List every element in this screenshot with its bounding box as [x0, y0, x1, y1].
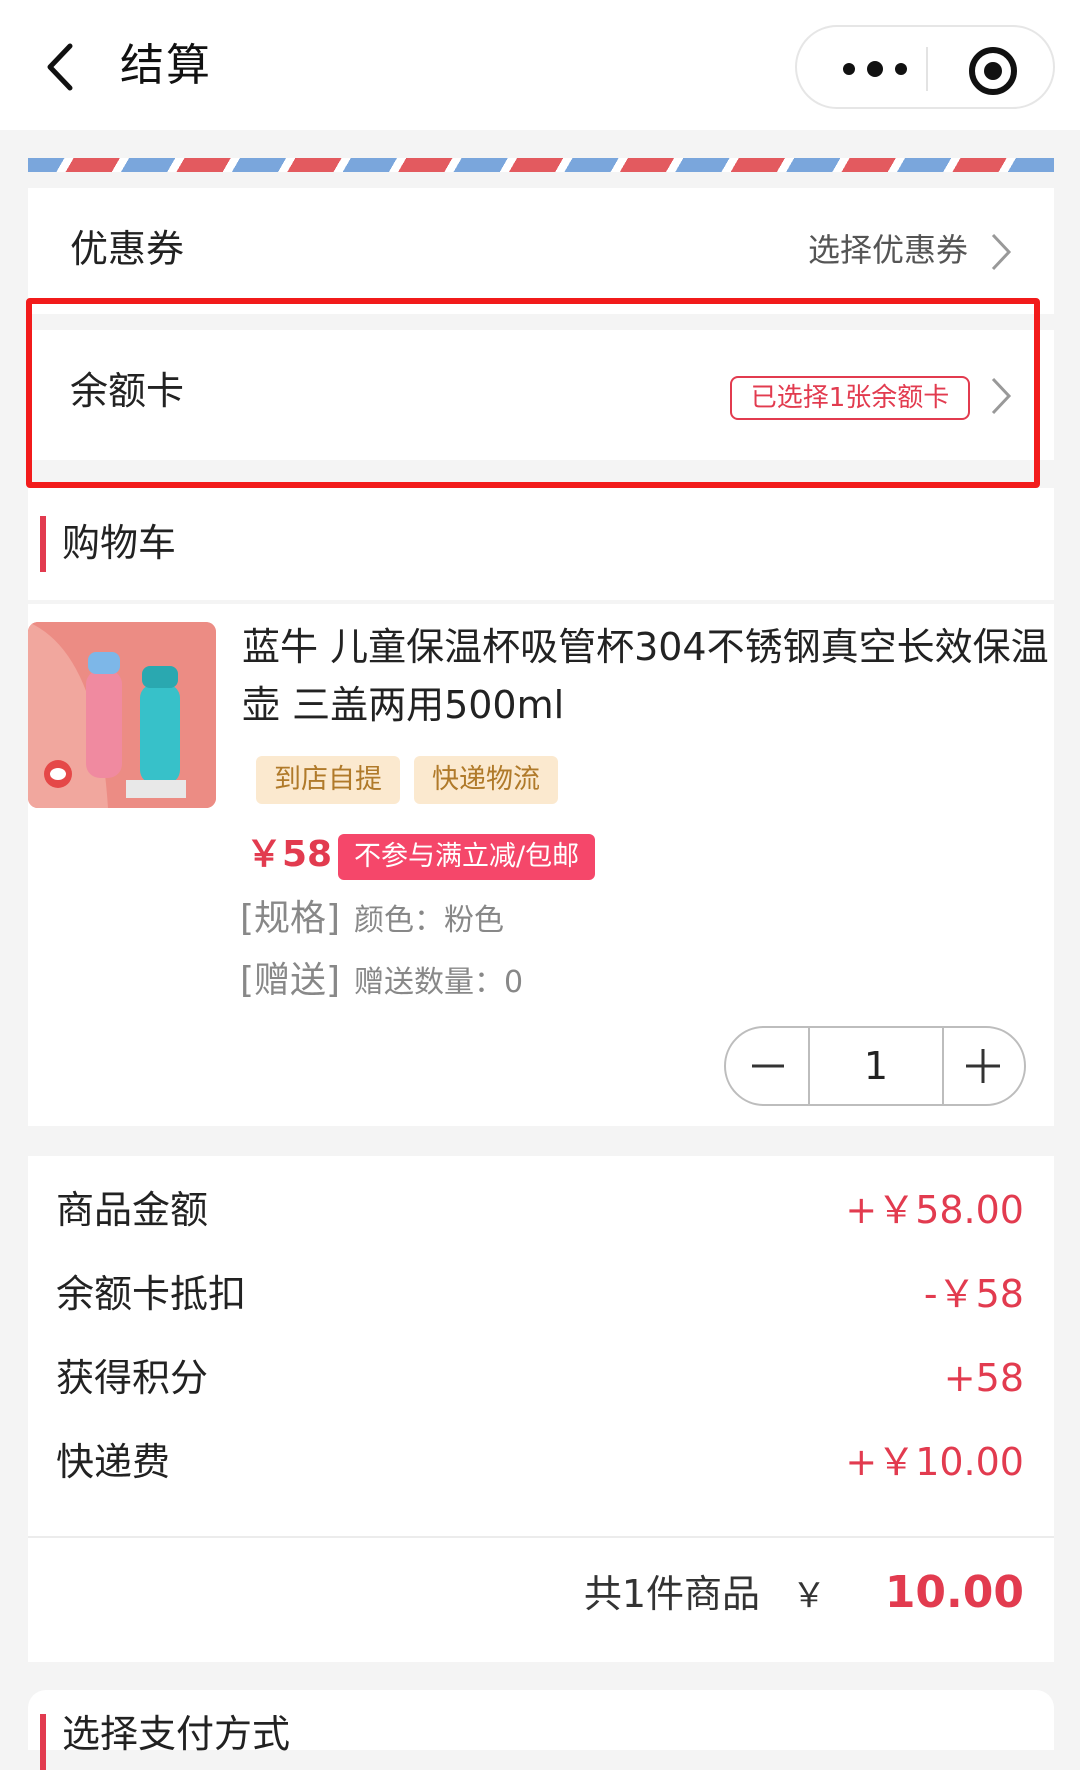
- capsule-divider: [926, 47, 928, 91]
- total-amount: 10.00: [884, 1567, 1024, 1618]
- more-icon[interactable]: [833, 49, 917, 89]
- summary-label-goods: 商品金额: [56, 1188, 209, 1232]
- summary-label-shipping: 快递费: [56, 1440, 171, 1484]
- section-accent-bar: [40, 516, 46, 572]
- plus-icon[interactable]: [942, 1028, 1024, 1104]
- summary-value-balance: -￥58: [923, 1272, 1024, 1316]
- product-price: ￥58: [246, 834, 333, 875]
- product-title[interactable]: 蓝牛 儿童保温杯吸管杯304不锈钢真空长效保温壶 三盖两用500ml: [242, 618, 1062, 734]
- coupon-row[interactable]: 优惠券 选择优惠券: [28, 188, 1054, 314]
- tag-store-pickup: 到店自提: [256, 756, 400, 804]
- payment-section-title: 选择支付方式: [62, 1712, 291, 1756]
- section-accent-bar: [40, 1714, 46, 1770]
- coupon-label: 优惠券: [70, 227, 185, 271]
- minus-icon[interactable]: [726, 1028, 808, 1104]
- gift-key: [赠送]: [240, 960, 341, 1001]
- gift-value: 赠送数量：0: [354, 965, 524, 1000]
- mini-program-capsule: [795, 25, 1055, 109]
- summary-divider: [28, 1536, 1054, 1538]
- balance-card-selected-badge: 已选择1张余额卡: [730, 376, 970, 420]
- cart-section-title: 购物车: [62, 521, 177, 565]
- quantity-value[interactable]: 1: [810, 1028, 942, 1104]
- cart-section-header: 购物车: [28, 488, 1054, 600]
- coupon-value: 选择优惠券: [807, 231, 968, 269]
- address-border-strip: [28, 158, 1054, 172]
- total-currency: ￥: [792, 1576, 826, 1616]
- spec-value: 颜色：粉色: [354, 903, 504, 938]
- back-icon[interactable]: [42, 40, 82, 94]
- total-count-text: 共1件商品: [583, 1572, 760, 1616]
- quantity-stepper: 1: [724, 1026, 1026, 1106]
- summary-value-goods: +￥58.00: [845, 1188, 1024, 1232]
- close-target-icon[interactable]: [967, 45, 1019, 97]
- tag-express-delivery: 快递物流: [414, 756, 558, 804]
- summary-label-balance: 余额卡抵扣: [56, 1272, 247, 1316]
- chevron-right-icon: [991, 233, 1012, 271]
- balance-card-label: 余额卡: [70, 369, 185, 413]
- chevron-right-icon: [991, 377, 1012, 415]
- summary-value-shipping: +￥10.00: [845, 1440, 1024, 1484]
- promo-badge: 不参与满立减/包邮: [338, 834, 596, 880]
- nav-bar: 结算: [0, 0, 1080, 130]
- spec-key: [规格]: [240, 898, 341, 939]
- summary-label-points: 获得积分: [56, 1356, 209, 1400]
- page-title: 结算: [120, 40, 212, 91]
- summary-value-points: +58: [943, 1356, 1024, 1400]
- product-image[interactable]: [28, 622, 216, 808]
- product-photo-icon: [28, 622, 216, 808]
